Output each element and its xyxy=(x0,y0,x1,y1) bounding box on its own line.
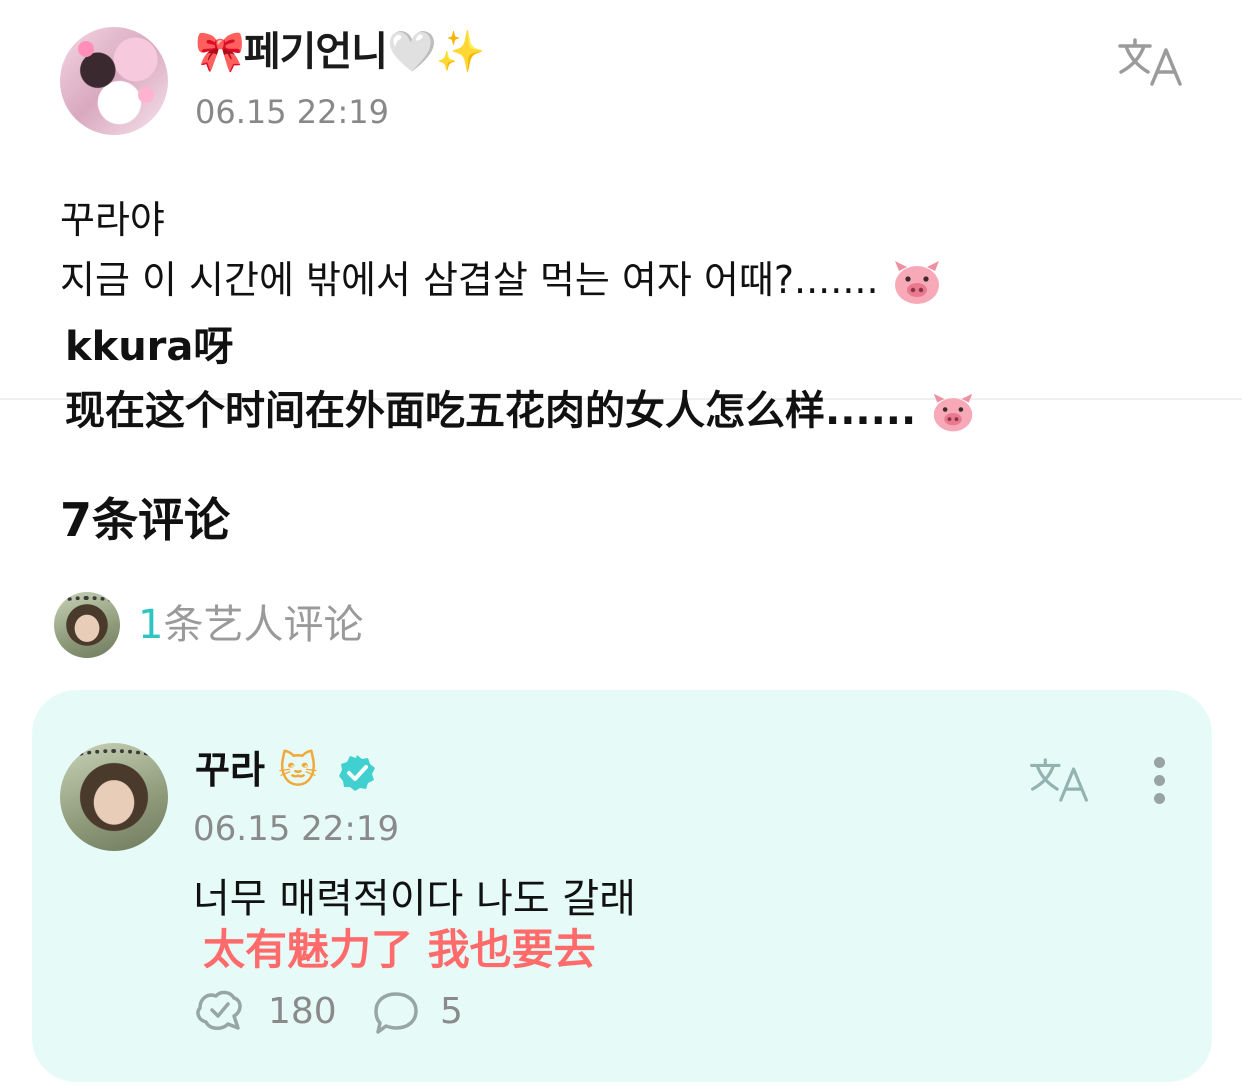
post-text-line-2: 지금 이 시간에 밖에서 삼겹살 먹는 여자 어때?....... xyxy=(60,256,943,307)
artist-comments-label: 条艺人评论 xyxy=(163,602,364,648)
like-count: 180 xyxy=(268,991,337,1032)
more-dot xyxy=(1154,775,1165,786)
cat-emoji: 🐱 xyxy=(278,748,318,792)
commenter-name-text: 꾸라 xyxy=(195,748,265,792)
commenter-avatar[interactable] xyxy=(60,743,168,851)
flower-crown xyxy=(68,749,160,773)
pig-face-icon xyxy=(894,260,939,304)
pig-face-icon xyxy=(933,393,973,432)
post-author-avatar[interactable] xyxy=(60,27,168,135)
avatar-decoration xyxy=(78,41,94,57)
post-text-line-2-text: 지금 이 시간에 밖에서 삼겹살 먹는 여자 어때?....... xyxy=(60,258,879,302)
post-translation-line-1: kkura呀 xyxy=(65,324,234,370)
flower-crown xyxy=(59,595,115,611)
artist-avatar[interactable] xyxy=(54,592,120,658)
artist-comments-link[interactable]: 1条艺人评论 xyxy=(138,600,363,650)
like-icon[interactable] xyxy=(194,988,246,1040)
post-translation-line-2-text: 现在这个时间在外面吃五花肉的女人怎么样...... xyxy=(65,388,917,434)
reply-bubble-icon[interactable] xyxy=(372,990,420,1040)
post-author-name-text: 페기언니 xyxy=(243,29,388,75)
post-text-line-1: 꾸라야 xyxy=(60,198,165,242)
comments-count-heading: 7条评论 xyxy=(60,493,231,547)
artist-comments-count: 1 xyxy=(138,602,164,648)
avatar-decoration xyxy=(138,87,154,103)
sparkles-emoji: ✨ xyxy=(435,29,486,75)
more-dot xyxy=(1154,793,1165,804)
translate-icon[interactable] xyxy=(1028,756,1090,804)
translate-icon[interactable] xyxy=(1116,36,1184,88)
comment-translation: 太有魅力了 我也要去 xyxy=(203,925,596,974)
white-heart-emoji: 🤍 xyxy=(387,29,437,75)
more-vertical-icon[interactable] xyxy=(1148,757,1172,807)
bow-emoji: 🎀 xyxy=(195,29,245,75)
reply-count: 5 xyxy=(440,991,463,1032)
post-translation-line-2: 现在这个时间在外面吃五花肉的女人怎么样...... xyxy=(65,386,976,436)
comment-timestamp: 06.15 22:19 xyxy=(193,809,400,849)
post-author-name[interactable]: 🎀페기언니🤍✨ xyxy=(195,28,486,76)
more-dot xyxy=(1154,757,1165,768)
comment-text: 너무 매력적이다 나도 갈래 xyxy=(193,876,636,922)
verified-badge-icon xyxy=(339,754,376,791)
commenter-name[interactable]: 꾸라 🐱 xyxy=(195,746,377,794)
post-timestamp: 06.15 22:19 xyxy=(195,93,389,131)
